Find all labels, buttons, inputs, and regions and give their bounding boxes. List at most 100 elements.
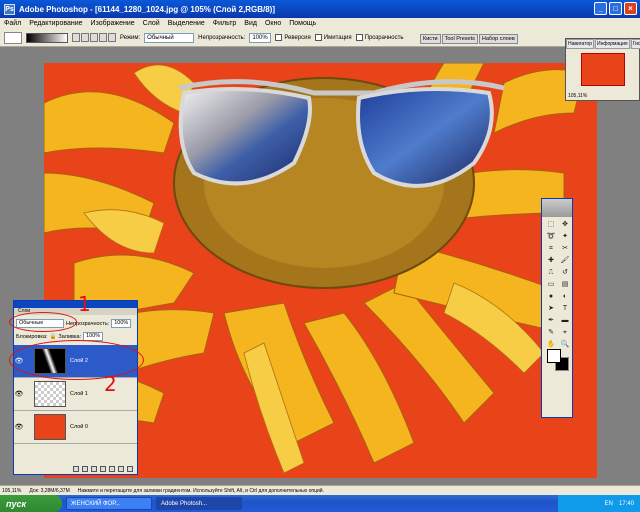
lock-icon[interactable]: 🔒 bbox=[50, 334, 57, 340]
toolbox-header[interactable] bbox=[542, 199, 572, 217]
gradient-tool-icon[interactable]: ▤ bbox=[559, 279, 571, 290]
tab-tool-presets[interactable]: Tool Presets bbox=[441, 34, 478, 44]
magic-wand-tool-icon[interactable]: ✦ bbox=[559, 231, 571, 242]
annotation-circle-blend bbox=[9, 312, 77, 332]
opacity-input[interactable]: 100% bbox=[249, 32, 272, 43]
tab-navigator[interactable]: Навигатор bbox=[566, 39, 595, 49]
annotation-number-1: 1 bbox=[78, 292, 91, 316]
blur-tool-icon[interactable]: ● bbox=[545, 291, 557, 302]
link-icon[interactable] bbox=[73, 466, 79, 472]
trash-icon[interactable] bbox=[127, 466, 133, 472]
tab-info[interactable]: Информация bbox=[595, 39, 630, 49]
reverse-label: Реверсия bbox=[284, 34, 311, 41]
type-tool-icon[interactable]: T bbox=[559, 303, 571, 314]
new-layer-icon[interactable] bbox=[118, 466, 124, 472]
slice-tool-icon[interactable]: ✂ bbox=[559, 243, 571, 254]
layers-footer bbox=[14, 464, 137, 474]
palette-well: Кисти Tool Presets Набор слоев bbox=[420, 34, 518, 44]
navigator-thumbnail[interactable] bbox=[581, 53, 625, 86]
window-title: Adobe Photoshop - [61144_1280_1024.jpg @… bbox=[19, 4, 275, 14]
layer-opacity-input[interactable]: 100% bbox=[111, 319, 132, 328]
close-button[interactable]: × bbox=[624, 2, 637, 15]
annotation-number-2: 2 bbox=[104, 372, 117, 396]
layers-panel-titlebar[interactable] bbox=[14, 301, 137, 308]
start-label: пуск bbox=[6, 498, 27, 509]
opacity-label: Непрозрачность: bbox=[198, 34, 246, 41]
path-select-icon[interactable]: ➤ bbox=[545, 303, 557, 314]
menu-file[interactable]: Файл bbox=[4, 20, 21, 27]
lock-label: Блокировка: bbox=[16, 333, 48, 340]
stamp-tool-icon[interactable]: ⎍ bbox=[545, 267, 557, 278]
taskbar-item-browser[interactable]: ЖЕНСКИЙ ФОР... bbox=[66, 497, 152, 510]
brush-tool-icon[interactable]: 🖌 bbox=[559, 255, 571, 266]
reflected-gradient-icon[interactable] bbox=[99, 33, 107, 42]
layer-name[interactable]: Слой 0 bbox=[70, 424, 88, 430]
angle-gradient-icon[interactable] bbox=[90, 33, 98, 42]
eyedropper-tool-icon[interactable]: ⌖ bbox=[559, 327, 571, 338]
layer-thumbnail bbox=[34, 414, 66, 440]
window-controls: _ □ × bbox=[594, 2, 637, 15]
diamond-gradient-icon[interactable] bbox=[108, 33, 116, 42]
clock: 17:40 bbox=[618, 500, 634, 507]
eraser-tool-icon[interactable]: ▭ bbox=[545, 279, 557, 290]
eye-icon[interactable]: 👁 bbox=[14, 390, 24, 398]
menu-edit[interactable]: Редактирование bbox=[29, 20, 82, 27]
language-indicator[interactable]: EN bbox=[605, 501, 613, 507]
lasso-tool-icon[interactable]: ➰ bbox=[545, 231, 557, 242]
transparency-label: Прозрачность bbox=[364, 34, 404, 41]
transparency-checkbox[interactable]: Прозрачность bbox=[355, 34, 404, 41]
navigator-zoom[interactable]: 105,11% bbox=[568, 93, 587, 99]
linear-gradient-icon[interactable] bbox=[72, 33, 80, 42]
window-title-bar: Ps Adobe Photoshop - [61144_1280_1024.jp… bbox=[0, 0, 640, 18]
dither-label: Имитация bbox=[323, 34, 352, 41]
eye-icon[interactable]: 👁 bbox=[14, 423, 24, 431]
menu-help[interactable]: Помощь bbox=[289, 20, 316, 27]
radial-gradient-icon[interactable] bbox=[81, 33, 89, 42]
taskbar: пуск ЖЕНСКИЙ ФОР... Adobe Photosh... EN … bbox=[0, 495, 640, 512]
layer-row-1[interactable]: 👁 Слой 1 bbox=[14, 378, 137, 411]
menu-image[interactable]: Изображение bbox=[91, 20, 135, 27]
layer-style-icon[interactable] bbox=[82, 466, 88, 472]
layer-name[interactable]: Слой 1 bbox=[70, 391, 88, 397]
status-zoom[interactable]: 105,11% bbox=[2, 488, 21, 494]
menu-view[interactable]: Вид bbox=[244, 20, 257, 27]
fill-label: Заливка: bbox=[58, 333, 82, 340]
tool-preset-picker[interactable] bbox=[4, 31, 22, 44]
menu-filter[interactable]: Фильтр bbox=[213, 20, 237, 27]
foreground-color[interactable] bbox=[547, 349, 561, 363]
layer-row-0[interactable]: 👁 Слой 0 bbox=[14, 411, 137, 444]
notes-tool-icon[interactable]: ✎ bbox=[545, 327, 557, 338]
crop-tool-icon[interactable]: ⌗ bbox=[545, 243, 557, 254]
photoshop-icon: Ps bbox=[4, 3, 15, 15]
pen-tool-icon[interactable]: ✒ bbox=[545, 315, 557, 326]
taskbar-item-photoshop[interactable]: Adobe Photosh... bbox=[156, 497, 242, 510]
color-swatches[interactable] bbox=[547, 349, 569, 371]
mode-select[interactable]: Обычный bbox=[144, 32, 195, 43]
tab-brushes[interactable]: Кисти bbox=[420, 34, 441, 44]
menu-window[interactable]: Окно bbox=[265, 20, 281, 27]
move-tool-icon[interactable]: ✥ bbox=[559, 219, 571, 230]
menu-select[interactable]: Выделение bbox=[168, 20, 205, 27]
toolbox: ⬚ ✥ ➰ ✦ ⌗ ✂ ✚ 🖌 ⎍ ↺ ▭ ▤ ● ◐ ➤ T ✒ ▬ ✎ ⌖ ✋ 🔍 bbox=[541, 198, 573, 418]
navigator-tabs: Навигатор Информация Гистограмма bbox=[566, 39, 640, 49]
tab-histogram[interactable]: Гистограмма bbox=[630, 39, 640, 49]
healing-tool-icon[interactable]: ✚ bbox=[545, 255, 557, 266]
status-hint: Нажмите и перетащите для заливки градиен… bbox=[77, 487, 324, 494]
minimize-button[interactable]: _ bbox=[594, 2, 607, 15]
adjustment-icon[interactable] bbox=[100, 466, 106, 472]
folder-icon[interactable] bbox=[109, 466, 115, 472]
dodge-tool-icon[interactable]: ◐ bbox=[559, 291, 571, 302]
mask-icon[interactable] bbox=[91, 466, 97, 472]
options-bar: Режим: Обычный Непрозрачность: 100% Реве… bbox=[0, 29, 640, 47]
reverse-checkbox[interactable]: Реверсия bbox=[275, 34, 311, 41]
start-button[interactable]: пуск bbox=[0, 495, 62, 512]
maximize-button[interactable]: □ bbox=[609, 2, 622, 15]
marquee-tool-icon[interactable]: ⬚ bbox=[545, 219, 557, 230]
shape-tool-icon[interactable]: ▬ bbox=[559, 315, 571, 326]
status-doc-size: Док: 3,28М/6,37М bbox=[29, 487, 70, 494]
gradient-picker[interactable] bbox=[26, 32, 68, 43]
menu-layer[interactable]: Слой bbox=[143, 20, 160, 27]
tab-layer-comps[interactable]: Набор слоев bbox=[478, 34, 518, 44]
history-brush-icon[interactable]: ↺ bbox=[559, 267, 571, 278]
dither-checkbox[interactable]: Имитация bbox=[314, 34, 352, 41]
